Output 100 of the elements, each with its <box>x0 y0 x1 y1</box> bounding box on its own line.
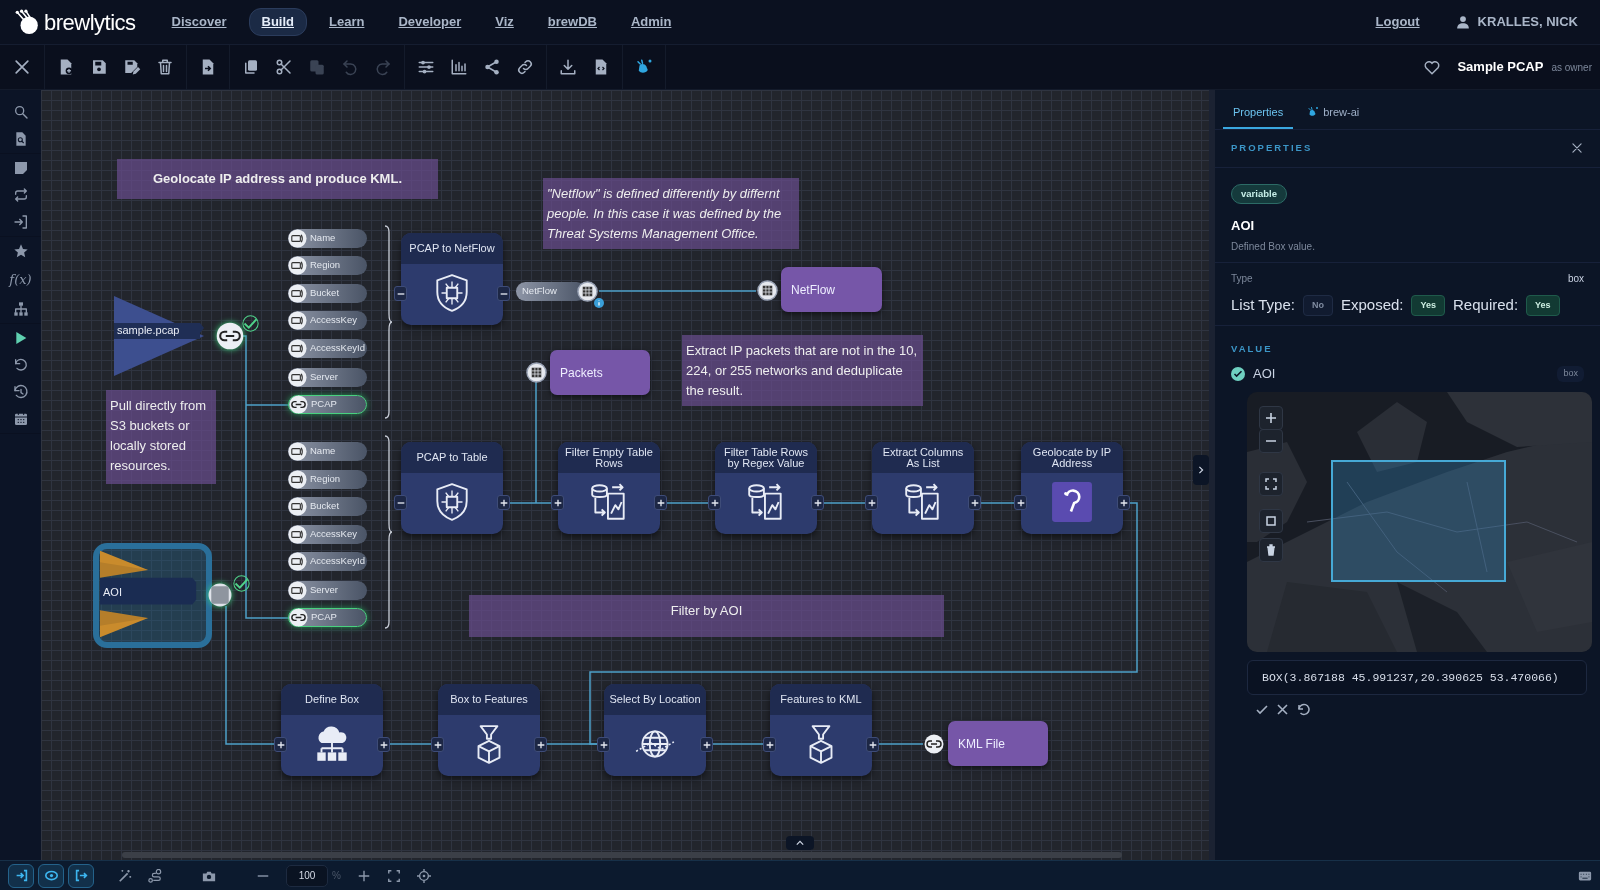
repeat-icon[interactable] <box>12 187 29 203</box>
toggle-chip[interactable]: Yes <box>1526 294 1560 317</box>
user-name[interactable]: KRALLES, NICK <box>1477 12 1578 32</box>
input-port-pill[interactable]: Name <box>288 442 367 461</box>
plus-icon[interactable] <box>1117 495 1130 510</box>
link-port-icon[interactable] <box>924 734 944 754</box>
sign-out-icon[interactable] <box>68 863 94 888</box>
nav-link[interactable]: Admin <box>618 9 684 35</box>
input-port-pill[interactable]: AccessKey <box>288 525 367 544</box>
plus-icon[interactable] <box>763 737 776 752</box>
input-port-pill[interactable]: Bucket <box>288 497 367 516</box>
toggle-chip[interactable]: No <box>1302 294 1333 317</box>
table-port-icon[interactable] <box>577 281 598 302</box>
plus-icon[interactable] <box>968 495 981 510</box>
close-icon[interactable] <box>1570 141 1584 155</box>
process-node[interactable]: Select By Location <box>604 684 706 776</box>
value-field[interactable]: BOX(3.867188 45.991237,20.390625 53.470066) <box>1247 659 1587 695</box>
nav-link[interactable]: brewDB <box>535 9 609 35</box>
draw-rectangle-icon[interactable] <box>1259 508 1283 533</box>
plus-icon[interactable] <box>708 495 721 510</box>
download-icon[interactable] <box>559 58 577 76</box>
zoom-field[interactable]: 100 <box>286 864 328 887</box>
sparkle-drop-icon[interactable] <box>635 58 653 76</box>
process-node[interactable]: PCAP to NetFlow <box>401 233 503 325</box>
nav-link[interactable]: Discover <box>159 9 239 35</box>
heart-icon[interactable] <box>1423 58 1442 76</box>
plus-icon[interactable] <box>597 737 610 752</box>
close-icon[interactable] <box>12 57 32 77</box>
plus-icon[interactable] <box>866 737 879 752</box>
input-port-pill[interactable]: Bucket <box>288 284 367 303</box>
star-icon[interactable] <box>12 243 29 259</box>
sign-in-icon[interactable] <box>12 214 29 230</box>
hierarchy-icon[interactable] <box>12 300 29 317</box>
nav-link[interactable]: Developer <box>386 9 474 35</box>
process-node[interactable]: Define Box <box>281 684 383 776</box>
calendar-icon[interactable] <box>12 410 29 427</box>
process-node[interactable]: Extract Columns As List <box>872 442 974 534</box>
minus-icon[interactable] <box>497 286 510 301</box>
input-port-pill[interactable]: AccessKeyId <box>288 552 367 571</box>
plus-icon[interactable] <box>700 737 713 752</box>
zoom-in-icon[interactable] <box>1259 405 1283 430</box>
zoom-in-icon[interactable] <box>356 868 371 883</box>
bar-chart-icon[interactable] <box>450 58 468 76</box>
plus-icon[interactable] <box>1014 495 1027 510</box>
logout-link[interactable]: Logout <box>1363 9 1432 35</box>
function-button[interactable]: f(x) <box>9 270 32 290</box>
process-node[interactable]: Filter Empty Table Rows <box>558 442 660 534</box>
crosshair-icon[interactable] <box>416 868 431 883</box>
scrollbar-thumb[interactable] <box>122 852 1122 858</box>
minus-icon[interactable] <box>394 286 407 301</box>
input-port-pill[interactable]: Region <box>288 256 367 275</box>
logo-text[interactable]: brewlytics <box>44 5 136 39</box>
process-node[interactable]: Filter Table Rows by Regex Value <box>715 442 817 534</box>
output-node[interactable]: NetFlow <box>781 267 882 312</box>
fullscreen-icon[interactable] <box>1259 471 1283 496</box>
eye-icon[interactable] <box>38 863 64 888</box>
info-icon[interactable] <box>594 298 604 308</box>
input-node-shape[interactable] <box>114 296 206 376</box>
selection-frame[interactable]: AOI <box>93 543 212 648</box>
search-icon[interactable] <box>12 104 29 120</box>
output-node[interactable]: Packets <box>550 350 650 395</box>
save-icon[interactable] <box>90 58 108 76</box>
chevron-right-icon[interactable] <box>1197 466 1205 474</box>
input-port-pill[interactable]: Server <box>288 581 367 600</box>
table-port-icon[interactable] <box>526 362 547 383</box>
confirm-icon[interactable] <box>1255 702 1268 716</box>
plus-icon[interactable] <box>654 495 667 510</box>
nav-link[interactable]: Learn <box>317 9 377 35</box>
table-port-icon[interactable] <box>757 280 778 301</box>
panel-tab[interactable]: brew-ai <box>1297 98 1370 129</box>
box-port-icon[interactable] <box>208 583 232 607</box>
sliders-icon[interactable] <box>417 58 435 76</box>
trash-icon[interactable] <box>156 58 174 76</box>
share-icon[interactable] <box>483 58 501 76</box>
process-node[interactable]: PCAP to Table <box>401 442 503 534</box>
input-port-pill[interactable]: Region <box>288 470 367 489</box>
plus-icon[interactable] <box>377 737 390 752</box>
minus-icon[interactable] <box>394 495 407 510</box>
copy-icon[interactable] <box>242 58 260 76</box>
selected-area-box[interactable] <box>1331 459 1506 582</box>
scissors-icon[interactable] <box>275 58 293 76</box>
plus-icon[interactable] <box>534 737 547 752</box>
output-node[interactable]: KML File <box>948 721 1048 766</box>
sticky-note-icon[interactable] <box>12 160 29 176</box>
input-port-pill[interactable]: Name <box>288 229 367 248</box>
plus-icon[interactable] <box>811 495 824 510</box>
plus-icon[interactable] <box>551 495 564 510</box>
panel-tab[interactable]: Properties <box>1223 98 1294 129</box>
fullscreen-icon[interactable] <box>386 868 401 883</box>
input-port-pill[interactable]: Server <box>288 368 367 387</box>
history-icon[interactable] <box>12 383 29 400</box>
input-port-pill[interactable]: PCAP <box>288 608 367 627</box>
save-edit-icon[interactable] <box>123 58 141 76</box>
sign-in-icon[interactable] <box>8 863 34 888</box>
process-node[interactable]: Box to Features <box>438 684 540 776</box>
panel-toggle-button[interactable] <box>1193 455 1209 485</box>
magic-wand-icon[interactable] <box>118 868 132 883</box>
chevron-up-icon[interactable] <box>795 839 805 847</box>
plus-icon[interactable] <box>431 737 444 752</box>
link-icon[interactable] <box>516 58 534 76</box>
